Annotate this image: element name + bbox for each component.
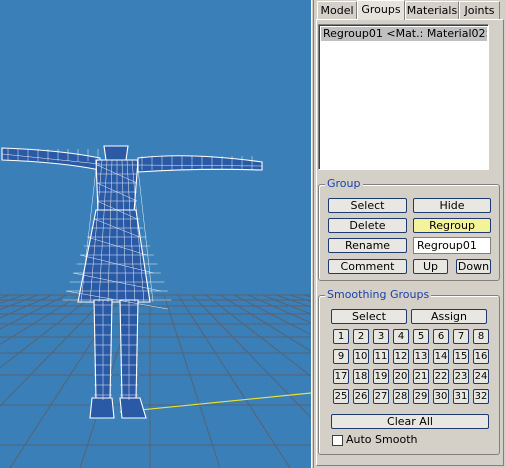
tab-joints[interactable]: Joints <box>459 1 500 19</box>
group-name-field[interactable]: Regroup01 <box>413 237 491 254</box>
smoothing-group-21-button[interactable]: 21 <box>413 369 429 384</box>
smoothing-group-18-button[interactable]: 18 <box>353 369 369 384</box>
smoothing-group-6-button[interactable]: 6 <box>433 329 449 344</box>
smoothing-group-5-button[interactable]: 5 <box>413 329 429 344</box>
smoothing-group-8-button[interactable]: 8 <box>473 329 489 344</box>
smoothing-group-9-button[interactable]: 9 <box>333 349 349 364</box>
hide-button[interactable]: Hide <box>413 198 491 213</box>
smoothing-group-12-button[interactable]: 12 <box>393 349 409 364</box>
smoothing-group-3-button[interactable]: 3 <box>373 329 389 344</box>
regroup-button[interactable]: Regroup <box>413 218 491 233</box>
smoothing-group-20-button[interactable]: 20 <box>393 369 409 384</box>
clear-all-button[interactable]: Clear All <box>331 414 489 429</box>
smoothing-group-31-button[interactable]: 31 <box>453 389 469 404</box>
group-list-item[interactable]: Regroup01 <Mat.: Material02> <box>321 27 487 41</box>
smoothing-group-16-button[interactable]: 16 <box>473 349 489 364</box>
tab-materials[interactable]: Materials <box>405 1 459 19</box>
smoothing-group-7-button[interactable]: 7 <box>453 329 469 344</box>
tab-bar: Model Groups Materials Joints <box>316 0 506 20</box>
down-button[interactable]: Down <box>456 259 491 274</box>
wireframe-scene <box>0 145 311 468</box>
group-select-button[interactable]: Select <box>328 198 407 213</box>
smoothing-group-28-button[interactable]: 28 <box>393 389 409 404</box>
smoothing-group-27-button[interactable]: 27 <box>373 389 389 404</box>
smoothing-group-2-button[interactable]: 2 <box>353 329 369 344</box>
smoothing-group-26-button[interactable]: 26 <box>353 389 369 404</box>
smoothing-groups-title: Smoothing Groups <box>325 288 432 301</box>
group-box-title: Group <box>325 177 363 190</box>
smoothing-group-15-button[interactable]: 15 <box>453 349 469 364</box>
smoothing-group-25-button[interactable]: 25 <box>333 389 349 404</box>
side-panel: Model Groups Materials Joints Regroup01 … <box>314 0 506 468</box>
tab-groups[interactable]: Groups <box>357 0 405 20</box>
viewport-3d[interactable] <box>0 0 311 468</box>
x-axis-line <box>119 392 311 413</box>
smoothing-group-10-button[interactable]: 10 <box>353 349 369 364</box>
smoothing-group-1-button[interactable]: 1 <box>333 329 349 344</box>
smoothing-group-29-button[interactable]: 29 <box>413 389 429 404</box>
smoothing-group-24-button[interactable]: 24 <box>473 369 489 384</box>
up-button[interactable]: Up <box>413 259 448 274</box>
auto-smooth-checkbox[interactable] <box>332 435 343 446</box>
delete-button[interactable]: Delete <box>328 218 407 233</box>
smoothing-group-11-button[interactable]: 11 <box>373 349 389 364</box>
comment-button[interactable]: Comment <box>328 259 407 274</box>
assign-button[interactable]: Assign <box>411 309 487 324</box>
auto-smooth-label: Auto Smooth <box>346 433 418 446</box>
smoothing-group-32-button[interactable]: 32 <box>473 389 489 404</box>
smoothing-group-17-button[interactable]: 17 <box>333 369 349 384</box>
smoothing-group-4-button[interactable]: 4 <box>393 329 409 344</box>
smoothing-group-30-button[interactable]: 30 <box>433 389 449 404</box>
smoothing-group-23-button[interactable]: 23 <box>453 369 469 384</box>
smoothing-group-19-button[interactable]: 19 <box>373 369 389 384</box>
group-list[interactable]: Regroup01 <Mat.: Material02> <box>318 24 489 170</box>
rename-button[interactable]: Rename <box>328 238 407 253</box>
smoothing-group-22-button[interactable]: 22 <box>433 369 449 384</box>
smoothing-select-button[interactable]: Select <box>331 309 407 324</box>
smoothing-group-13-button[interactable]: 13 <box>413 349 429 364</box>
tab-model[interactable]: Model <box>317 1 357 19</box>
smoothing-group-14-button[interactable]: 14 <box>433 349 449 364</box>
